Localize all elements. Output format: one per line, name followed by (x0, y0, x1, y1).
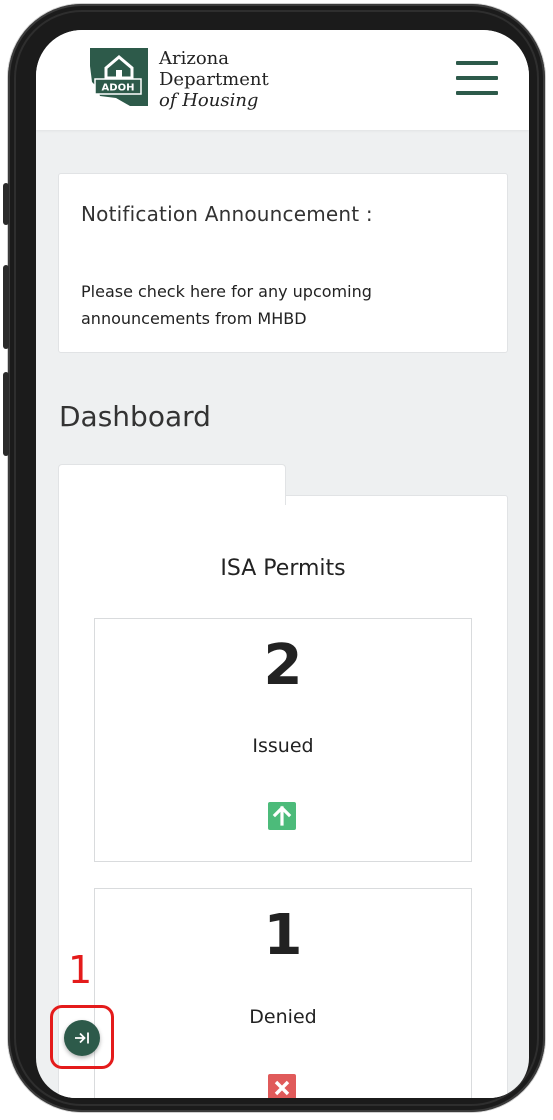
denied-card[interactable]: 1 Denied (94, 888, 472, 1098)
arrow-to-right-icon (75, 1032, 89, 1044)
org-name-line-2: Department (159, 69, 269, 90)
tab-isa-permits[interactable] (58, 464, 286, 505)
issued-label: Issued (252, 735, 314, 757)
side-button (3, 183, 9, 225)
adoh-logo-icon[interactable]: ADOH (86, 48, 152, 110)
dashboard-title: Dashboard (59, 400, 211, 433)
denied-count: 1 (263, 903, 303, 968)
screen: ADOH Arizona Department of Housing Notif… (36, 30, 529, 1098)
arrow-up-icon (268, 802, 296, 830)
notification-card[interactable]: Notification Announcement : Please check… (58, 173, 508, 353)
svg-text:ADOH: ADOH (102, 83, 135, 94)
notification-title: Notification Announcement : (81, 202, 373, 226)
annotation-highlight (50, 1005, 114, 1069)
org-name-line-3: of Housing (159, 90, 259, 111)
issued-count: 2 (263, 633, 303, 698)
org-name-line-1: Arizona (159, 48, 230, 69)
panel-title: ISA Permits (220, 556, 346, 581)
sidebar-toggle-button[interactable] (64, 1020, 100, 1056)
side-button (3, 372, 9, 456)
app-header: ADOH Arizona Department of Housing (36, 30, 529, 130)
side-button (3, 265, 9, 349)
annotation-marker: 1 (68, 948, 93, 992)
hamburger-menu-icon[interactable] (456, 61, 498, 95)
notification-text: Please check here for any upcoming annou… (81, 282, 372, 328)
org-name: Arizona Department of Housing (159, 48, 269, 111)
issued-card[interactable]: 2 Issued (94, 618, 472, 862)
denied-label: Denied (249, 1006, 317, 1028)
dashboard-panel: ISA Permits 2 Issued 1 Denied (58, 495, 508, 1098)
close-x-icon (268, 1074, 296, 1098)
